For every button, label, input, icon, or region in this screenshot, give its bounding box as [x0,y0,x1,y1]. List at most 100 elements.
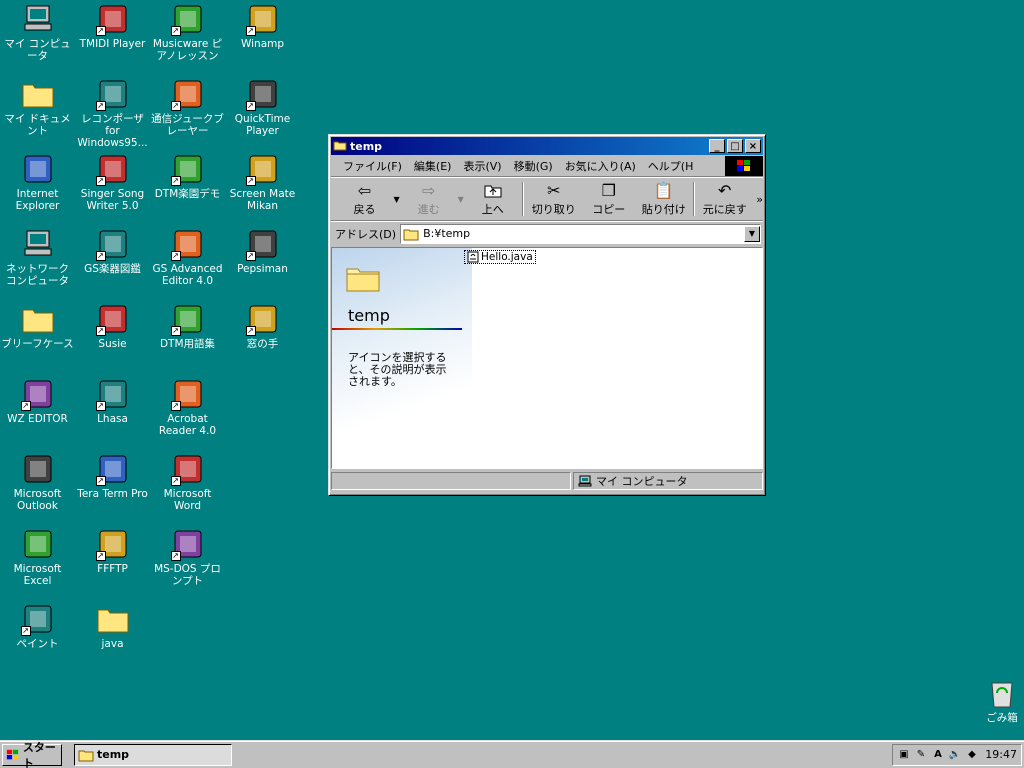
folder-icon [333,139,347,154]
back-dropdown-icon[interactable]: ▼ [392,195,401,204]
desktop-icon[interactable]: ↗ DTM楽園デモ [150,152,225,200]
tray-speaker-icon[interactable]: 🔈 [948,748,962,762]
menu-view[interactable]: 表示(V) [457,158,507,174]
close-button[interactable]: × [745,139,761,153]
network-icon [21,227,55,261]
task-button-temp[interactable]: temp [74,743,232,766]
desktop-icon[interactable]: ↗ 窓の手 [225,302,300,350]
desktop-icon-label: DTM楽園デモ [154,188,221,200]
desktop-icon[interactable]: マイ コンピュータ [0,2,75,62]
address-input[interactable]: B:¥temp ▼ [400,223,761,244]
title-bar[interactable]: temp _ □ × [331,137,763,155]
start-button[interactable]: スタート [2,741,62,768]
menu-go[interactable]: 移動(G) [508,158,559,174]
desktop-icon-label: マイ ドキュメント [4,113,71,137]
toolbar-overflow-icon[interactable]: » [756,193,763,206]
desktop-icon[interactable]: マイ ドキュメント [0,77,75,137]
toolbar-separator [522,182,525,216]
desktop-icon[interactable]: ↗ Singer Song Writer 5.0 [75,152,150,212]
my-computer-icon [578,475,592,487]
minimize-button[interactable]: _ [709,139,725,153]
folder-large-icon [346,268,380,292]
desktop-icon[interactable]: ブリーフケース [0,302,75,350]
address-value: B:¥temp [423,227,471,240]
desktop-icon[interactable]: Microsoft Excel [0,527,75,587]
desktop-icon[interactable]: ↗ Lhasa [75,377,150,425]
desktop-icon[interactable]: ↗ レコンポーザ for Windows95... [75,77,150,149]
desktop-icon[interactable]: ↗ ペイント [0,602,75,650]
desktop-icon[interactable]: ごみ箱 [972,676,1024,724]
address-label: アドレス(D) [335,227,397,241]
desktop-icon[interactable]: ネットワーク コンピュータ [0,227,75,287]
menu-help[interactable]: ヘルプ(H [642,158,700,174]
desktop-icon-label: Lhasa [97,413,128,425]
mikan-icon: ↗ [245,152,280,186]
status-location: マイ コンピュータ [573,472,763,490]
up-button[interactable]: 上へ [465,181,520,217]
menu-file[interactable]: ファイル(F) [337,158,408,174]
desktop-icon[interactable]: ↗ DTM用語集 [150,302,225,350]
tray-monitor-icon[interactable]: ▣ [897,748,911,762]
tray-app-icon[interactable]: ◆ [965,748,979,762]
desktop-icon[interactable]: ↗ Winamp [225,2,300,50]
desktop-icon[interactable]: ↗ Microsoft Word [150,452,225,512]
desktop-icon[interactable]: java [75,602,150,650]
desktop-icon[interactable]: ↗ Musicware ピアノレッスン [150,2,225,62]
shortcut-arrow-icon: ↗ [95,101,106,111]
shortcut-arrow-icon: ↗ [95,26,106,36]
tray-ime-icon[interactable]: A [931,748,945,762]
desktop-icon-label: Tera Term Pro [77,488,148,500]
cut-button[interactable]: ✂ 切り取り [526,181,581,217]
desktop-icon[interactable]: ↗ WZ EDITOR [0,377,75,425]
menu-favorites[interactable]: お気に入り(A) [559,158,642,174]
desktop-icon[interactable]: ↗ Tera Term Pro [75,452,150,500]
paste-button[interactable]: 📋 貼り付け [636,181,691,217]
tray-pen-icon[interactable]: ✎ [914,748,928,762]
desktop-icon[interactable]: ↗ 通信ジュークブレーヤー [150,77,225,137]
desktop-icon-label: Microsoft Excel [13,563,62,587]
paint-icon: ↗ [20,602,55,636]
gs-editor-icon: ↗ [170,227,205,261]
desktop-icon[interactable]: Internet Explorer [0,152,75,212]
folder-content[interactable]: temp アイコンを選択すると、その説明が表示されます。 Hello.java [331,247,763,469]
shortcut-arrow-icon: ↗ [170,326,181,336]
desktop-icon[interactable]: ↗ Acrobat Reader 4.0 [150,377,225,437]
outlook-icon [21,452,55,486]
desktop-icon[interactable]: ↗ Susie [75,302,150,350]
back-button[interactable]: ⇦ 戻る [337,181,392,217]
java-file-icon [467,251,479,263]
desktop-icon[interactable]: Microsoft Outlook [0,452,75,512]
desktop-icon[interactable]: ↗ TMIDI Player [75,2,150,50]
desktop-icon-label: MS-DOS プロンプト [154,563,221,587]
susie-icon: ↗ [95,302,130,336]
briefcase-icon [21,302,55,336]
address-dropdown-button[interactable]: ▼ [744,225,760,242]
desktop-icon[interactable]: ↗ MS-DOS プロンプト [150,527,225,587]
forward-button[interactable]: ⇨ 進む [401,181,456,217]
folder-icon [403,229,419,240]
explorer-window[interactable]: temp _ □ × ファイル(F) 編集(E) 表示(V) 移動(G) お気に… [328,134,766,496]
desktop-icon[interactable]: ↗ QuickTime Player [225,77,300,137]
file-item[interactable]: Hello.java [464,250,536,264]
tmidi-icon: ↗ [95,2,130,36]
status-panel [331,472,571,490]
desktop-icon[interactable]: ↗ GS Advanced Editor 4.0 [150,227,225,287]
forward-dropdown-icon[interactable]: ▼ [456,195,465,204]
recomposer-icon: ↗ [95,77,130,111]
clock[interactable]: 19:47 [985,748,1017,761]
desktop-icon-label: Singer Song Writer 5.0 [80,188,145,212]
desktop-icon[interactable]: ↗ GS楽器図鑑 [75,227,150,275]
desktop-icon[interactable]: ↗ Pepsiman [225,227,300,275]
desktop-icon-label: マイ コンピュータ [4,38,71,62]
maximize-button[interactable]: □ [727,139,743,153]
desktop-icon[interactable]: ↗ Screen Mate Mikan [225,152,300,212]
undo-icon: ↶ [718,181,732,200]
copy-button[interactable]: ❐ コピー [581,181,636,217]
shortcut-arrow-icon: ↗ [170,101,181,111]
up-label: 上へ [481,203,504,216]
undo-button[interactable]: ↶ 元に戻す [697,181,752,217]
quicktime-icon: ↗ [245,77,280,111]
ffftp-icon: ↗ [95,527,130,561]
menu-edit[interactable]: 編集(E) [408,158,458,174]
desktop-icon[interactable]: ↗ FFFTP [75,527,150,575]
